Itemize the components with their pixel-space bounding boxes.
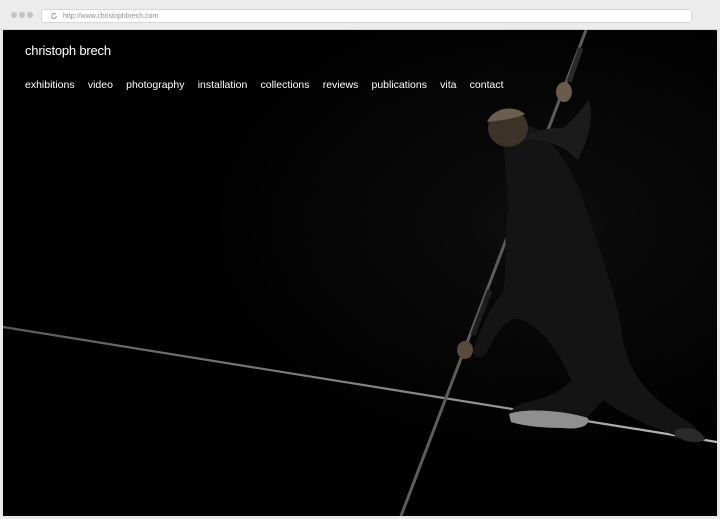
window-close-dot[interactable] xyxy=(11,12,17,18)
site-title[interactable]: christoph brech xyxy=(25,43,111,58)
nav-collections[interactable]: collections xyxy=(261,78,310,92)
main-navigation: exhibitions video photography installati… xyxy=(25,78,504,92)
nav-video[interactable]: video xyxy=(88,78,113,92)
hero-photograph xyxy=(3,30,717,516)
nav-photography[interactable]: photography xyxy=(126,78,184,92)
nav-publications[interactable]: publications xyxy=(372,78,427,92)
browser-toolbar: http://www.christophbrech.com xyxy=(0,0,720,30)
address-bar[interactable]: http://www.christophbrech.com xyxy=(41,9,692,23)
nav-contact[interactable]: contact xyxy=(470,78,504,92)
nav-exhibitions[interactable]: exhibitions xyxy=(25,78,75,92)
website-page: christoph brech exhibitions video photog… xyxy=(3,30,717,516)
nav-reviews[interactable]: reviews xyxy=(323,78,359,92)
reload-icon[interactable] xyxy=(50,12,58,20)
nav-installation[interactable]: installation xyxy=(198,78,248,92)
nav-vita[interactable]: vita xyxy=(440,78,456,92)
window-minimize-dot[interactable] xyxy=(19,12,25,18)
window-maximize-dot[interactable] xyxy=(27,12,33,18)
address-bar-url[interactable]: http://www.christophbrech.com xyxy=(63,11,158,22)
browser-window: http://www.christophbrech.com christoph … xyxy=(0,0,720,519)
